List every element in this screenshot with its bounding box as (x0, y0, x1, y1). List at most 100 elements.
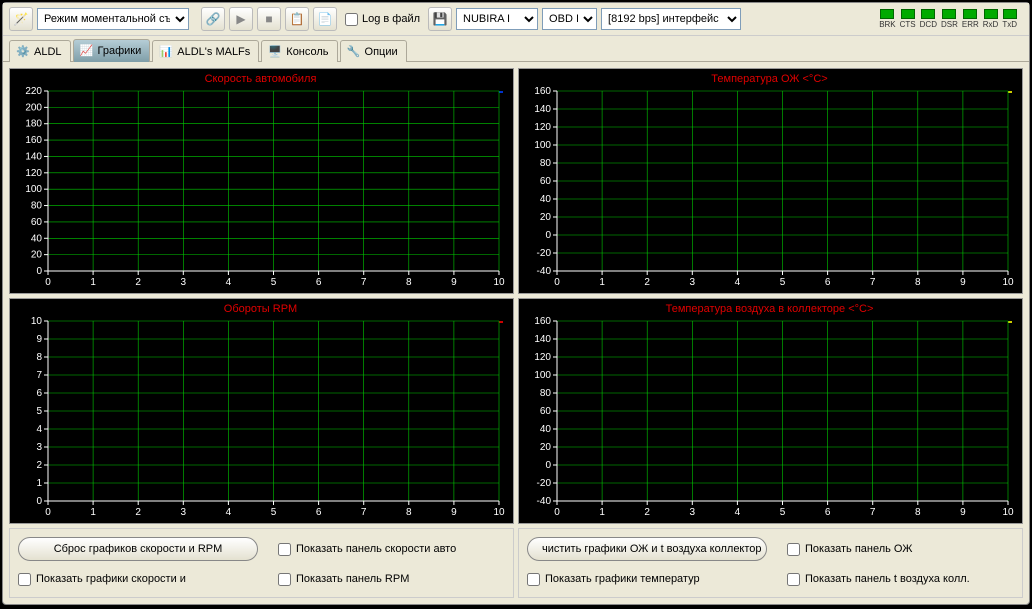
svg-text:0: 0 (36, 496, 42, 507)
svg-text:6: 6 (316, 277, 322, 288)
svg-text:4: 4 (226, 277, 232, 288)
svg-text:40: 40 (31, 233, 43, 244)
svg-text:1: 1 (599, 277, 605, 288)
svg-text:3: 3 (36, 442, 42, 453)
svg-text:10: 10 (493, 277, 505, 288)
chart-rpm-title: Обороты RPM (14, 303, 507, 315)
svg-text:7: 7 (870, 507, 876, 518)
list-icon-button[interactable]: 📋 (285, 7, 309, 31)
clear-temp-graphs-button[interactable]: чистить графики ОЖ и t воздуха коллектор (527, 537, 767, 561)
svg-text:140: 140 (534, 334, 551, 345)
led-brk (880, 9, 894, 19)
svg-text:2: 2 (36, 460, 42, 471)
obd-select[interactable]: OBD I (542, 8, 597, 30)
tab-console[interactable]: 🖥️ Консоль (261, 40, 337, 62)
svg-text:-20: -20 (537, 478, 552, 489)
svg-text:6: 6 (36, 388, 42, 399)
chart-speed-title: Скорость автомобиля (14, 73, 507, 85)
svg-text:1: 1 (599, 507, 605, 518)
svg-text:60: 60 (31, 217, 43, 228)
connect-icon-button[interactable]: 🔗 (201, 7, 225, 31)
svg-text:3: 3 (181, 277, 187, 288)
svg-text:5: 5 (36, 406, 42, 417)
charts-area: Скорость автомобиля 02040608010012014016… (3, 62, 1029, 604)
svg-text:6: 6 (825, 507, 831, 518)
reset-speed-rpm-button[interactable]: Сброс графиков скорости и RPM (18, 537, 258, 561)
svg-text:1: 1 (36, 478, 42, 489)
play-icon-button[interactable]: ▶ (229, 7, 253, 31)
chart-coolant: Температура ОЖ <°C> -40-2002040608010012… (518, 68, 1023, 294)
file-icon-button[interactable]: 📄 (313, 7, 337, 31)
svg-text:9: 9 (960, 277, 966, 288)
show-rpm-panel-checkbox[interactable]: Показать панель RPM (278, 573, 498, 586)
tab-malfs[interactable]: 📊 ALDL's MALFs (152, 40, 259, 62)
svg-text:10: 10 (493, 507, 505, 518)
car-select[interactable]: NUBIRA I (456, 8, 538, 30)
svg-text:60: 60 (540, 176, 552, 187)
svg-text:7: 7 (36, 370, 42, 381)
tab-strip: ⚙️ ALDL 📈 Графики 📊 ALDL's MALFs 🖥️ Конс… (3, 36, 1029, 62)
svg-text:4: 4 (735, 277, 741, 288)
show-speed-panel-checkbox[interactable]: Показать панель скорости авто (278, 543, 498, 556)
svg-text:0: 0 (554, 277, 560, 288)
svg-text:5: 5 (780, 277, 786, 288)
svg-text:120: 120 (534, 352, 551, 363)
svg-text:100: 100 (534, 370, 551, 381)
svg-text:40: 40 (540, 194, 552, 205)
svg-text:160: 160 (25, 135, 42, 146)
stop-icon-button[interactable]: ■ (257, 7, 281, 31)
svg-text:10: 10 (1002, 277, 1014, 288)
svg-text:80: 80 (31, 201, 43, 212)
svg-text:220: 220 (25, 87, 42, 97)
chart-speed: Скорость автомобиля 02040608010012014016… (9, 68, 514, 294)
wand-icon-button[interactable]: 🪄 (9, 7, 33, 31)
gear-icon: ⚙️ (16, 45, 30, 59)
svg-text:9: 9 (451, 507, 457, 518)
mode-select[interactable]: Режим моментальной съем (37, 8, 189, 30)
led-rxd (984, 9, 998, 19)
svg-text:9: 9 (36, 334, 42, 345)
svg-text:10: 10 (1002, 507, 1014, 518)
svg-text:0: 0 (545, 230, 551, 241)
settings-icon: 🔧 (347, 45, 361, 59)
svg-text:4: 4 (36, 424, 42, 435)
svg-text:6: 6 (316, 507, 322, 518)
svg-text:100: 100 (534, 140, 551, 151)
svg-text:0: 0 (45, 277, 51, 288)
svg-text:180: 180 (25, 119, 42, 130)
svg-text:80: 80 (540, 388, 552, 399)
svg-text:-20: -20 (537, 248, 552, 259)
tab-aldl[interactable]: ⚙️ ALDL (9, 40, 71, 62)
interface-select[interactable]: [8192 bps] интерфейс (601, 8, 741, 30)
svg-text:140: 140 (534, 104, 551, 115)
svg-text:-40: -40 (537, 266, 552, 277)
show-temp-graphs-checkbox[interactable]: Показать графики температур (527, 573, 767, 586)
led-cts (901, 9, 915, 19)
tab-graphs[interactable]: 📈 Графики (73, 39, 151, 62)
svg-text:7: 7 (361, 507, 367, 518)
main-toolbar: 🪄 Режим моментальной съем 🔗 ▶ ■ 📋 📄 Log … (3, 3, 1029, 36)
svg-text:3: 3 (690, 277, 696, 288)
svg-text:0: 0 (45, 507, 51, 518)
svg-text:8: 8 (915, 507, 921, 518)
show-coolant-panel-checkbox[interactable]: Показать панель ОЖ (787, 543, 1007, 556)
show-air-panel-checkbox[interactable]: Показать панель t воздуха колл. (787, 573, 1007, 586)
svg-text:20: 20 (540, 442, 552, 453)
svg-text:60: 60 (540, 406, 552, 417)
svg-text:3: 3 (181, 507, 187, 518)
svg-text:100: 100 (25, 184, 42, 195)
svg-text:80: 80 (540, 158, 552, 169)
tab-options[interactable]: 🔧 Опции (340, 40, 407, 62)
floppy-icon-button[interactable]: 💾 (428, 7, 452, 31)
svg-text:2: 2 (644, 507, 650, 518)
svg-text:2: 2 (644, 277, 650, 288)
show-speed-graphs-checkbox[interactable]: Показать графики скорости и (18, 573, 258, 586)
chart-rpm: Обороты RPM 012345678910012345678910 (9, 298, 514, 524)
left-controls: Сброс графиков скорости и RPM Показать п… (9, 528, 514, 598)
svg-text:40: 40 (540, 424, 552, 435)
svg-text:1: 1 (90, 277, 96, 288)
log-to-file-checkbox[interactable]: Log в файл (345, 13, 420, 26)
svg-text:2: 2 (135, 507, 141, 518)
chart-airtemp-title: Температура воздуха в коллекторе <°C> (523, 303, 1016, 315)
svg-text:160: 160 (534, 87, 551, 97)
